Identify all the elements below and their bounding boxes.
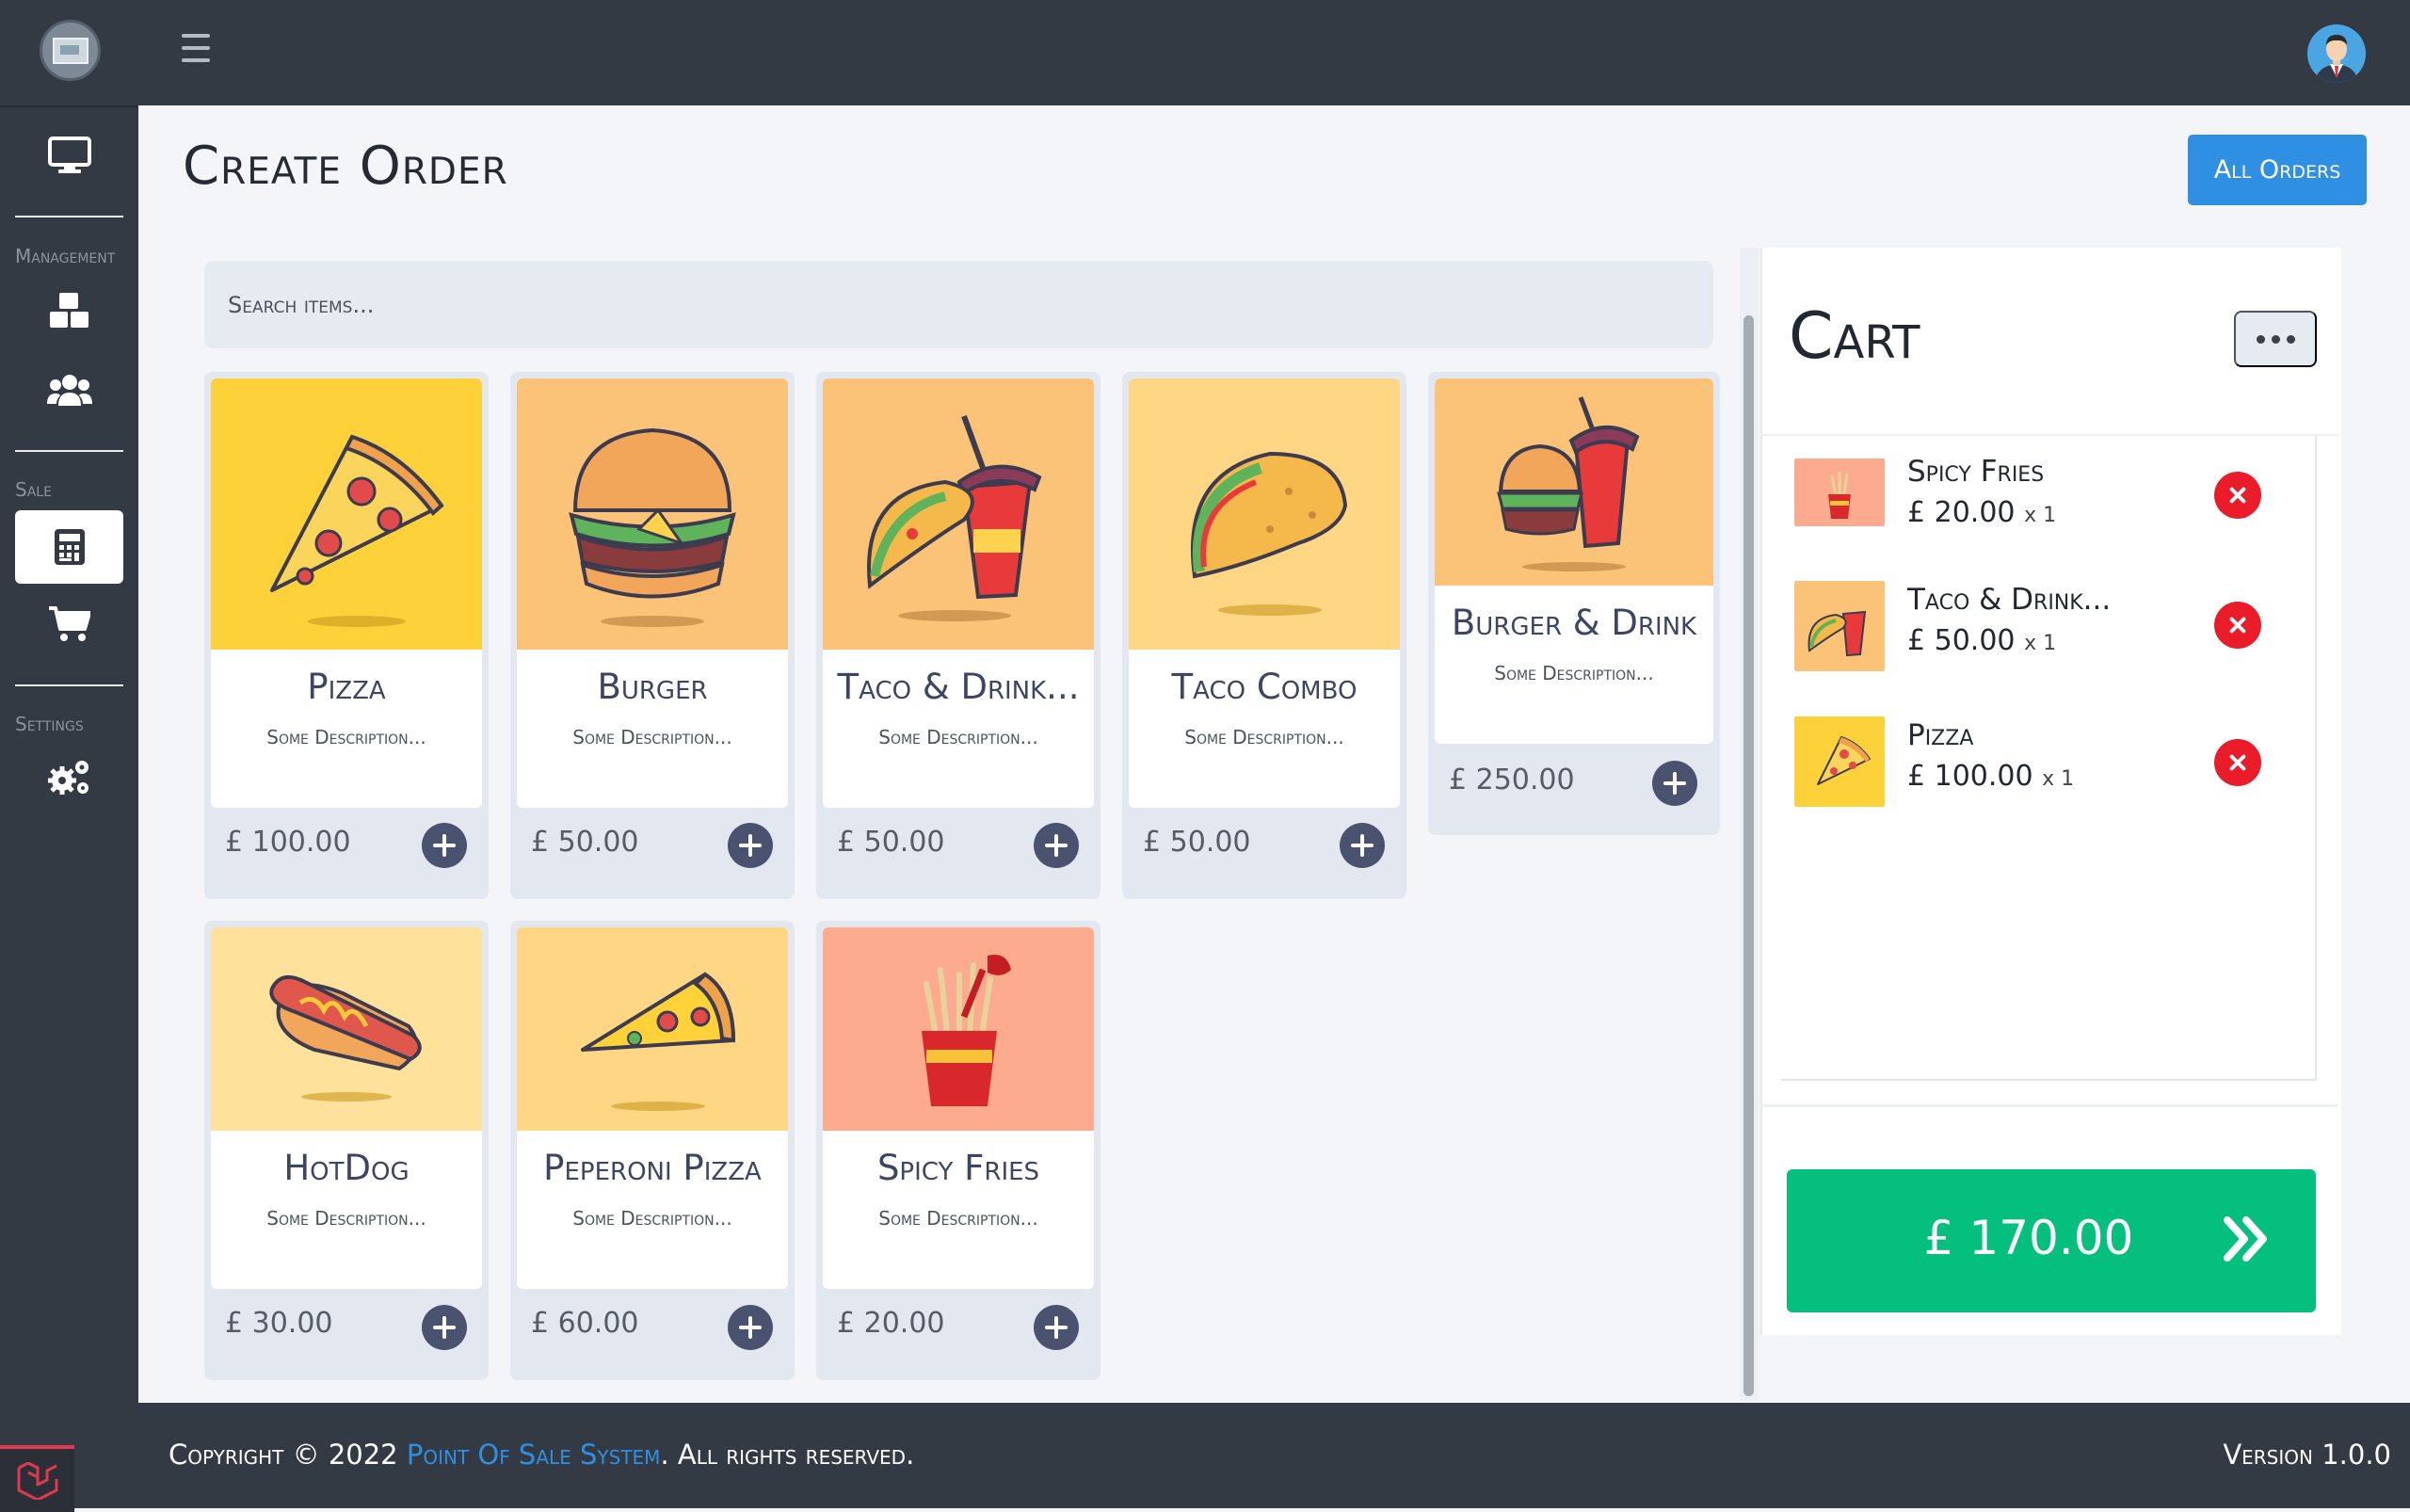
cart-item: Spicy Fries £ 20.00 x 1 xyxy=(1781,449,2308,543)
product-name: Burger xyxy=(597,667,708,707)
taco-image xyxy=(1129,378,1400,650)
product-card-peperoni-pizza[interactable]: Peperoni Pizza Some Description... £ 60.… xyxy=(510,921,795,1380)
framework-logo xyxy=(0,1445,74,1512)
pepperoni-pizza-image xyxy=(517,927,788,1131)
product-name: Pizza xyxy=(307,667,386,707)
burger-image xyxy=(517,378,788,650)
cart-item-price: £ 20.00 x 1 xyxy=(1907,496,2057,529)
section-label-management: Management xyxy=(15,245,116,267)
product-name: HotDog xyxy=(283,1148,410,1188)
cart-options-button[interactable] xyxy=(2234,311,2317,367)
product-card-burger[interactable]: Burger Some Description... £ 50.00 xyxy=(510,372,795,899)
cart-title: Cart xyxy=(1789,299,1920,374)
section-label-settings: Settings xyxy=(15,713,84,735)
add-to-cart-button[interactable] xyxy=(1034,823,1079,868)
product-card-spicy-fries[interactable]: Spicy Fries Some Description... £ 20.00 xyxy=(816,921,1101,1380)
product-card-burger-drink[interactable]: Burger & Drink Some Description... £ 250… xyxy=(1428,372,1720,835)
menu-toggle-icon[interactable] xyxy=(182,34,210,62)
product-description: Some Description... xyxy=(1184,726,1344,748)
product-price: £ 50.00 xyxy=(531,826,639,859)
add-to-cart-button[interactable] xyxy=(1340,823,1385,868)
remove-item-button[interactable] xyxy=(2214,472,2261,519)
cart-total: £ 170.00 xyxy=(1923,1211,2134,1265)
product-name: Burger & Drink xyxy=(1451,603,1697,643)
product-price: £ 20.00 xyxy=(837,1307,945,1340)
pizza-thumbnail xyxy=(1794,716,1885,807)
fries-image xyxy=(823,927,1094,1131)
footer: Copyright © 2022 Point Of Sale System. A… xyxy=(138,1403,2410,1508)
product-card-hotdog[interactable]: HotDog Some Description... £ 30.00 xyxy=(204,921,489,1380)
page-title: Create Order xyxy=(183,136,508,197)
cart-items-list: Spicy Fries £ 20.00 x 1 Taco & Drink... … xyxy=(1781,436,2317,1081)
add-to-cart-button[interactable] xyxy=(1652,761,1697,806)
user-avatar[interactable] xyxy=(2307,24,2366,83)
product-price: £ 50.00 xyxy=(837,826,945,859)
product-description: Some Description... xyxy=(572,726,732,748)
product-description: Some Description... xyxy=(878,726,1038,748)
customers-icon[interactable] xyxy=(15,353,123,426)
remove-item-button[interactable] xyxy=(2214,602,2261,649)
copyright-text: Copyright © 2022 Point Of Sale System. A… xyxy=(169,1439,915,1471)
product-description: Some Description... xyxy=(266,726,426,748)
cart-item-price: £ 100.00 x 1 xyxy=(1907,760,2075,793)
product-name: Taco & Drink... xyxy=(837,667,1080,707)
product-description: Some Description... xyxy=(878,1207,1038,1230)
add-to-cart-button[interactable] xyxy=(728,823,773,868)
product-price: £ 30.00 xyxy=(225,1307,333,1340)
all-orders-button[interactable]: All Orders xyxy=(2188,135,2367,205)
search-input[interactable] xyxy=(204,261,1713,348)
product-card-taco-combo[interactable]: Taco Combo Some Description... £ 50.00 xyxy=(1122,372,1406,899)
hotdog-image xyxy=(211,927,482,1131)
remove-item-button[interactable] xyxy=(2214,739,2261,786)
product-price: £ 100.00 xyxy=(225,826,351,859)
cart-item-price: £ 50.00 x 1 xyxy=(1907,624,2057,657)
cart-item-name: Pizza xyxy=(1907,718,1974,752)
add-to-cart-button[interactable] xyxy=(422,1305,467,1350)
product-description: Some Description... xyxy=(572,1207,732,1230)
cart-icon[interactable] xyxy=(15,587,123,661)
fries-thumbnail xyxy=(1794,458,1885,526)
top-navbar xyxy=(138,0,2410,105)
product-price: £ 50.00 xyxy=(1143,826,1251,859)
add-to-cart-button[interactable] xyxy=(422,823,467,868)
cart-item-name: Spicy Fries xyxy=(1907,455,2045,489)
add-to-cart-button[interactable] xyxy=(1034,1305,1079,1350)
taco-and-drink-thumbnail xyxy=(1794,581,1885,671)
products-scrollbar[interactable] xyxy=(1740,248,1759,1401)
double-chevron-right-icon xyxy=(2222,1214,2271,1267)
system-name-link[interactable]: Point Of Sale System xyxy=(407,1439,661,1471)
products-icon[interactable] xyxy=(15,274,123,347)
cart-item-name: Taco & Drink... xyxy=(1907,583,2112,617)
product-name: Taco Combo xyxy=(1171,667,1358,707)
product-price: £ 250.00 xyxy=(1449,764,1575,796)
section-label-sale: Sale xyxy=(15,478,52,501)
scrollbar-thumb[interactable] xyxy=(1743,315,1754,1396)
product-name: Peperoni Pizza xyxy=(543,1148,762,1188)
burger-and-drink-image xyxy=(1435,378,1713,586)
add-to-cart-button[interactable] xyxy=(728,1305,773,1350)
cart-item: Taco & Drink... £ 50.00 x 1 xyxy=(1781,581,2308,675)
product-name: Spicy Fries xyxy=(876,1148,1040,1188)
app-logo[interactable] xyxy=(40,20,101,81)
checkout-button[interactable]: £ 170.00 xyxy=(1787,1169,2316,1312)
product-price: £ 60.00 xyxy=(531,1307,639,1340)
cart-item: Pizza £ 100.00 x 1 xyxy=(1781,713,2308,807)
pos-calculator-icon[interactable] xyxy=(15,510,123,584)
product-card-pizza[interactable]: Pizza Some Description... £ 100.00 xyxy=(204,372,489,899)
sidebar: Management Sale Settings xyxy=(0,0,138,1512)
taco-and-drink-image xyxy=(823,378,1094,650)
settings-gears-icon[interactable] xyxy=(15,740,123,813)
product-description: Some Description... xyxy=(1494,662,1654,684)
version-text: Version 1.0.0 xyxy=(2223,1439,2391,1471)
dashboard-icon[interactable] xyxy=(15,119,123,192)
product-description: Some Description... xyxy=(266,1207,426,1230)
product-card-taco-drink[interactable]: Taco & Drink... Some Description... £ 50… xyxy=(816,372,1101,899)
pizza-image xyxy=(211,378,482,650)
